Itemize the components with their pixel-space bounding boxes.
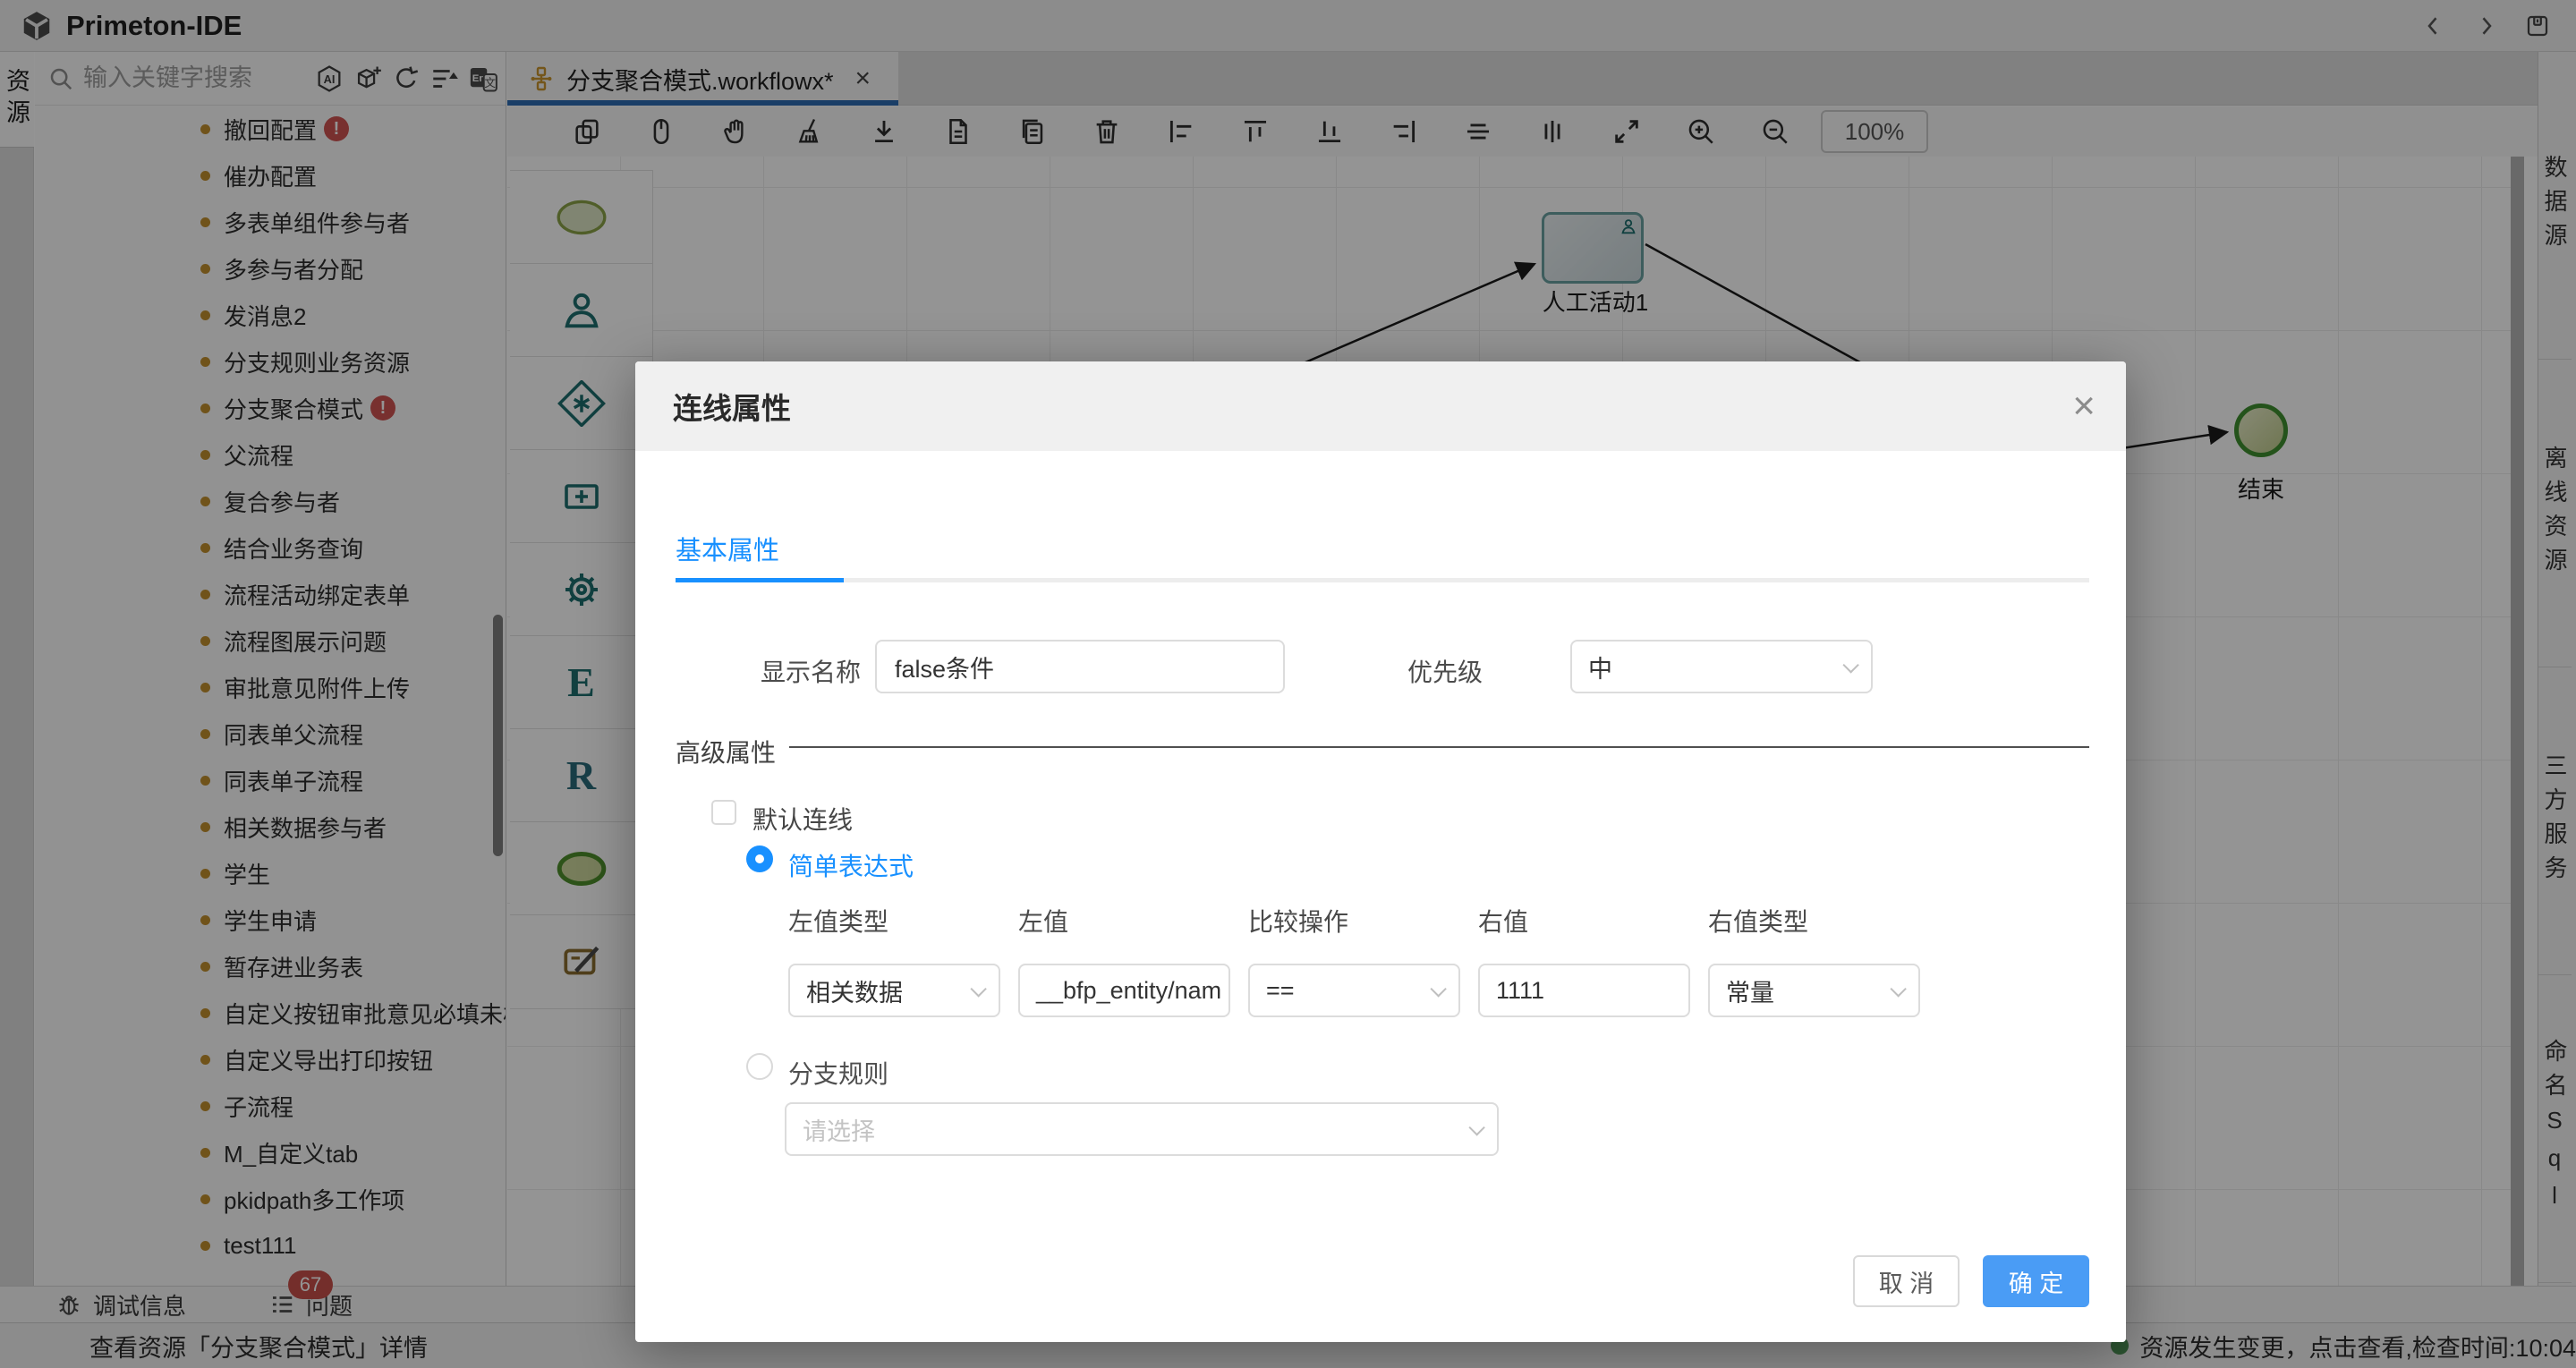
tab-active-indicator (676, 578, 844, 582)
expression-field-value: == (1266, 977, 1295, 1005)
expression-field-value: __bfp_entity/nam (1036, 977, 1221, 1005)
expression-field-control[interactable]: == (1248, 964, 1460, 1017)
branch-rule-placeholder: 请选择 (803, 1112, 875, 1147)
simple-expression-label: 简单表达式 (788, 847, 914, 883)
chevron-down-icon (1842, 657, 1858, 673)
chevron-down-icon (970, 981, 986, 997)
modal-header: 连线属性 × (635, 361, 2126, 451)
expression-field-value: 1111 (1496, 977, 1544, 1005)
priority-label: 优先级 (1407, 653, 1483, 689)
priority-value: 中 (1588, 650, 1612, 684)
expression-field-label: 右值类型 (1708, 903, 1920, 939)
priority-select[interactable]: 中 (1570, 640, 1873, 693)
expression-field-value: 相关数据 (806, 973, 903, 1008)
chevron-down-icon (1430, 981, 1446, 997)
expression-field: 右值类型 常量 (1708, 903, 1920, 1017)
expression-field-control[interactable]: 相关数据 (788, 964, 1000, 1017)
expression-field-control[interactable]: 常量 (1708, 964, 1920, 1017)
chevron-down-icon (1890, 981, 1906, 997)
expression-field-label: 比较操作 (1248, 903, 1460, 939)
ok-button[interactable]: 确 定 (1983, 1255, 2089, 1307)
advanced-section-label: 高级属性 (676, 734, 776, 769)
expression-field: 比较操作 == (1248, 903, 1460, 1017)
simple-expression-radio[interactable] (746, 845, 773, 872)
expression-fields-row: 左值类型 相关数据 左值 __bfp_entity/nam 比较操作 == (788, 903, 1920, 1017)
chevron-down-icon (1468, 1119, 1484, 1135)
modal-title: 连线属性 (673, 385, 791, 428)
branch-rule-label: 分支规则 (788, 1055, 888, 1091)
tab-rule-line (676, 578, 2089, 582)
branch-rule-select[interactable]: 请选择 (785, 1102, 1499, 1156)
display-name-label: 显示名称 (761, 653, 861, 689)
tab-basic-properties[interactable]: 基本属性 (676, 530, 779, 567)
advanced-section-divider (789, 746, 2089, 748)
default-line-label: 默认连线 (752, 801, 853, 837)
expression-field-label: 右值 (1478, 903, 1690, 939)
expression-field-control[interactable]: __bfp_entity/nam (1018, 964, 1230, 1017)
expression-field-control[interactable]: 1111 (1478, 964, 1690, 1017)
modal-close-icon[interactable]: × (2072, 387, 2096, 426)
expression-field: 左值 __bfp_entity/nam (1018, 903, 1230, 1017)
default-line-checkbox[interactable] (711, 800, 736, 825)
expression-field-label: 左值 (1018, 903, 1230, 939)
expression-field: 左值类型 相关数据 (788, 903, 1000, 1017)
expression-field: 右值 1111 (1478, 903, 1690, 1017)
expression-field-value: 常量 (1726, 973, 1774, 1008)
display-name-input[interactable] (875, 640, 1285, 693)
cancel-button[interactable]: 取 消 (1853, 1255, 1960, 1307)
connection-properties-modal: 连线属性 × 基本属性 显示名称 优先级 中 高级属性 默认连线 简单表达式 左… (635, 361, 2126, 1342)
branch-rule-radio[interactable] (746, 1053, 773, 1080)
expression-field-label: 左值类型 (788, 903, 1000, 939)
